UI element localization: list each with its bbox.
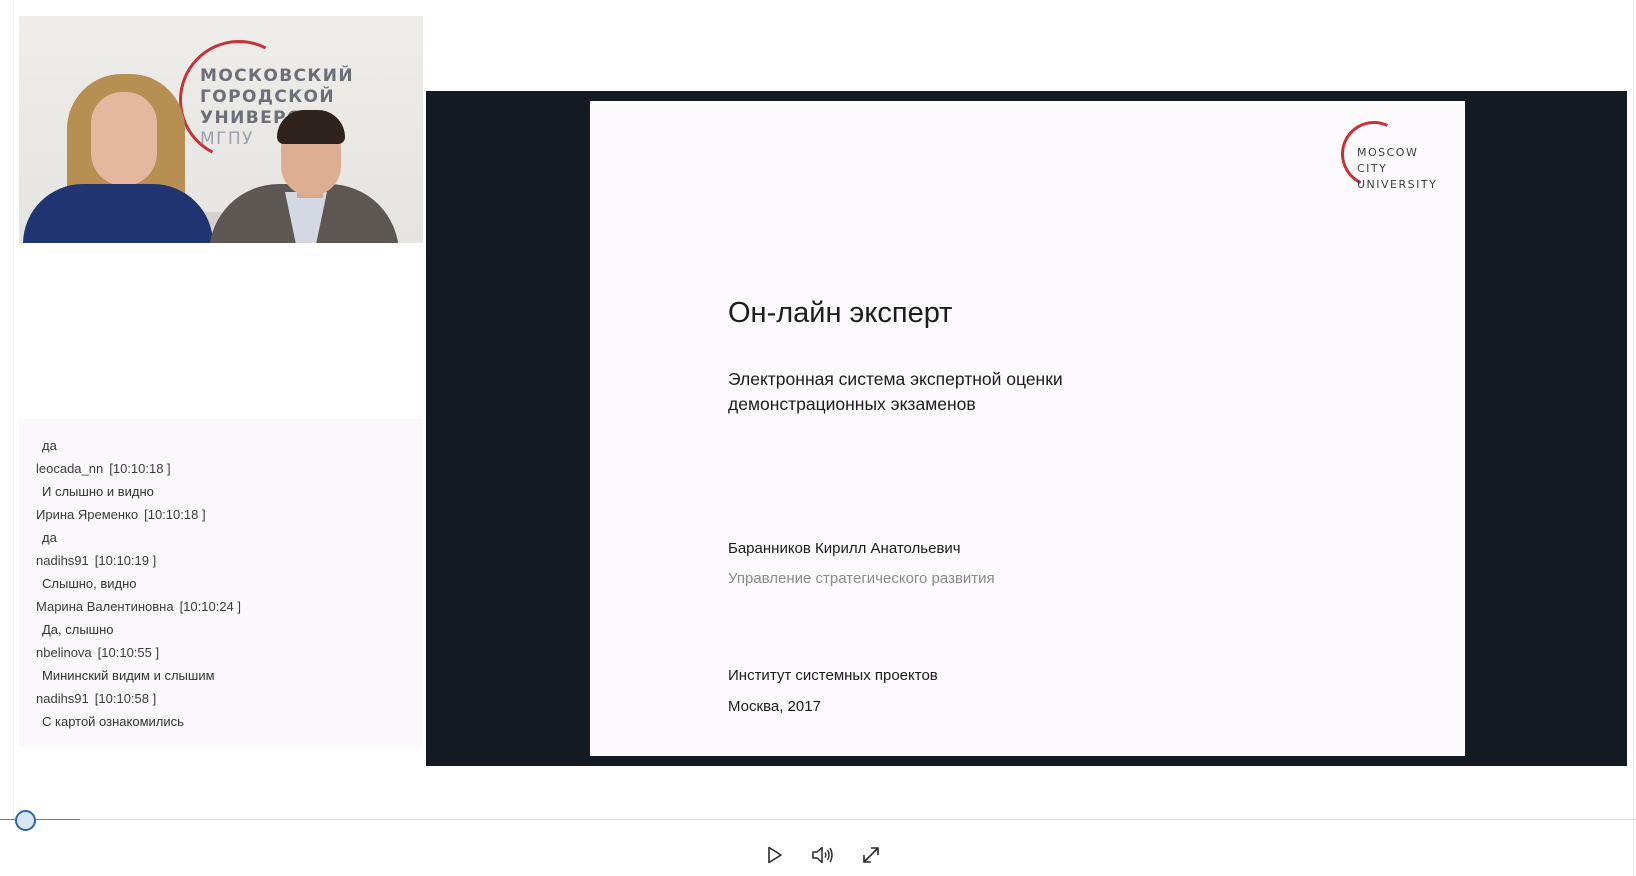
- chat-username: leocada_nn: [36, 461, 104, 476]
- chat-timestamp: [10:10:24 ]: [179, 599, 242, 614]
- chat-username: Ирина Яременко: [36, 507, 139, 522]
- chat-timestamp: [10:10:19 ]: [94, 553, 157, 568]
- speaker-icon: [812, 846, 833, 864]
- presentation-frame: MOSCOW CITY UNIVERSITY Он-лайн эксперт Э…: [426, 91, 1627, 766]
- presenter-2-hair: [277, 110, 345, 144]
- chat-username: nadihs91: [36, 553, 89, 568]
- chat-message: Мининский видим и слышим: [42, 668, 215, 683]
- slide-city-year: Москва, 2017: [728, 698, 821, 715]
- wall-sign-line: ГОРОДСКОЙ: [200, 87, 335, 107]
- chat-message-meta: Ирина Яременко [10:10:18 ]: [19, 503, 423, 526]
- presenter-1-body: [23, 184, 213, 243]
- slide-title: Он-лайн эксперт: [728, 297, 953, 329]
- university-logo: MOSCOW CITY UNIVERSITY: [1331, 111, 1441, 197]
- chat-message-meta: nadihs91 [10:10:19 ]: [19, 549, 423, 572]
- chat-message-meta: nbelinova [10:10:55 ]: [19, 641, 423, 664]
- chat-username: nbelinova: [36, 645, 92, 660]
- seek-bar[interactable]: [0, 819, 1636, 820]
- webcam-video[interactable]: МОСКОВСКИЙ ГОРОДСКОЙ УНИВЕРС МГПУ: [19, 16, 423, 243]
- chat-message-meta: nadihs91 [10:10:58 ]: [19, 687, 423, 710]
- chat-username: nadihs91: [36, 691, 89, 706]
- seek-bar-played: [0, 819, 80, 820]
- play-icon: [768, 846, 782, 864]
- slide-subtitle-line: демонстрационных экзаменов: [728, 394, 976, 414]
- slide-department: Управление стратегического развития: [728, 570, 995, 587]
- left-divider: [13, 0, 14, 820]
- chat-message-meta: leocada_nn [10:10:18 ]: [19, 457, 423, 480]
- chat-message: Слышно, видно: [42, 576, 137, 591]
- chat-message: С картой ознакомились: [42, 714, 184, 729]
- logo-line: UNIVERSITY: [1357, 178, 1438, 191]
- webinar-player: МОСКОВСКИЙ ГОРОДСКОЙ УНИВЕРС МГПУ да leoc…: [0, 0, 1636, 876]
- chat-message-meta: Марина Валентиновна [10:10:24 ]: [19, 595, 423, 618]
- volume-button[interactable]: [810, 842, 836, 868]
- chat-username: Марина Валентиновна: [36, 599, 174, 614]
- logo-line: MOSCOW: [1357, 146, 1419, 159]
- chat-message: И слышно и видно: [42, 484, 154, 499]
- logo-line: CITY: [1357, 162, 1388, 175]
- slide-author: Баранников Кирилл Анатольевич: [728, 540, 961, 557]
- slide-subtitle-line: Электронная система экспертной оценки: [728, 369, 1063, 389]
- chat-timestamp: [10:10:55 ]: [97, 645, 160, 660]
- chat-timestamp: [10:10:18 ]: [144, 507, 206, 522]
- chat-timestamp: [10:10:18 ]: [109, 461, 171, 476]
- chat-message: да: [42, 530, 57, 545]
- slide-institute: Институт системных проектов: [728, 667, 938, 684]
- chat-message: Да, слышно: [42, 622, 114, 637]
- right-divider: [1633, 0, 1634, 876]
- chat-timestamp: [10:10:58 ]: [94, 691, 157, 706]
- wall-sign-line: МОСКОВСКИЙ: [200, 66, 354, 86]
- chat-message: да: [42, 438, 57, 453]
- chat-panel[interactable]: да leocada_nn [10:10:18 ] И слышно и видно И…: [19, 419, 423, 747]
- slide-subtitle: Электронная система экспертной оценки де…: [728, 367, 1228, 417]
- presenter-1-face: [91, 92, 157, 186]
- presentation-slide: MOSCOW CITY UNIVERSITY Он-лайн эксперт Э…: [590, 101, 1465, 756]
- play-button[interactable]: [762, 842, 788, 868]
- seek-handle[interactable]: [15, 810, 36, 831]
- fullscreen-button[interactable]: [858, 842, 884, 868]
- expand-icon: [863, 847, 879, 863]
